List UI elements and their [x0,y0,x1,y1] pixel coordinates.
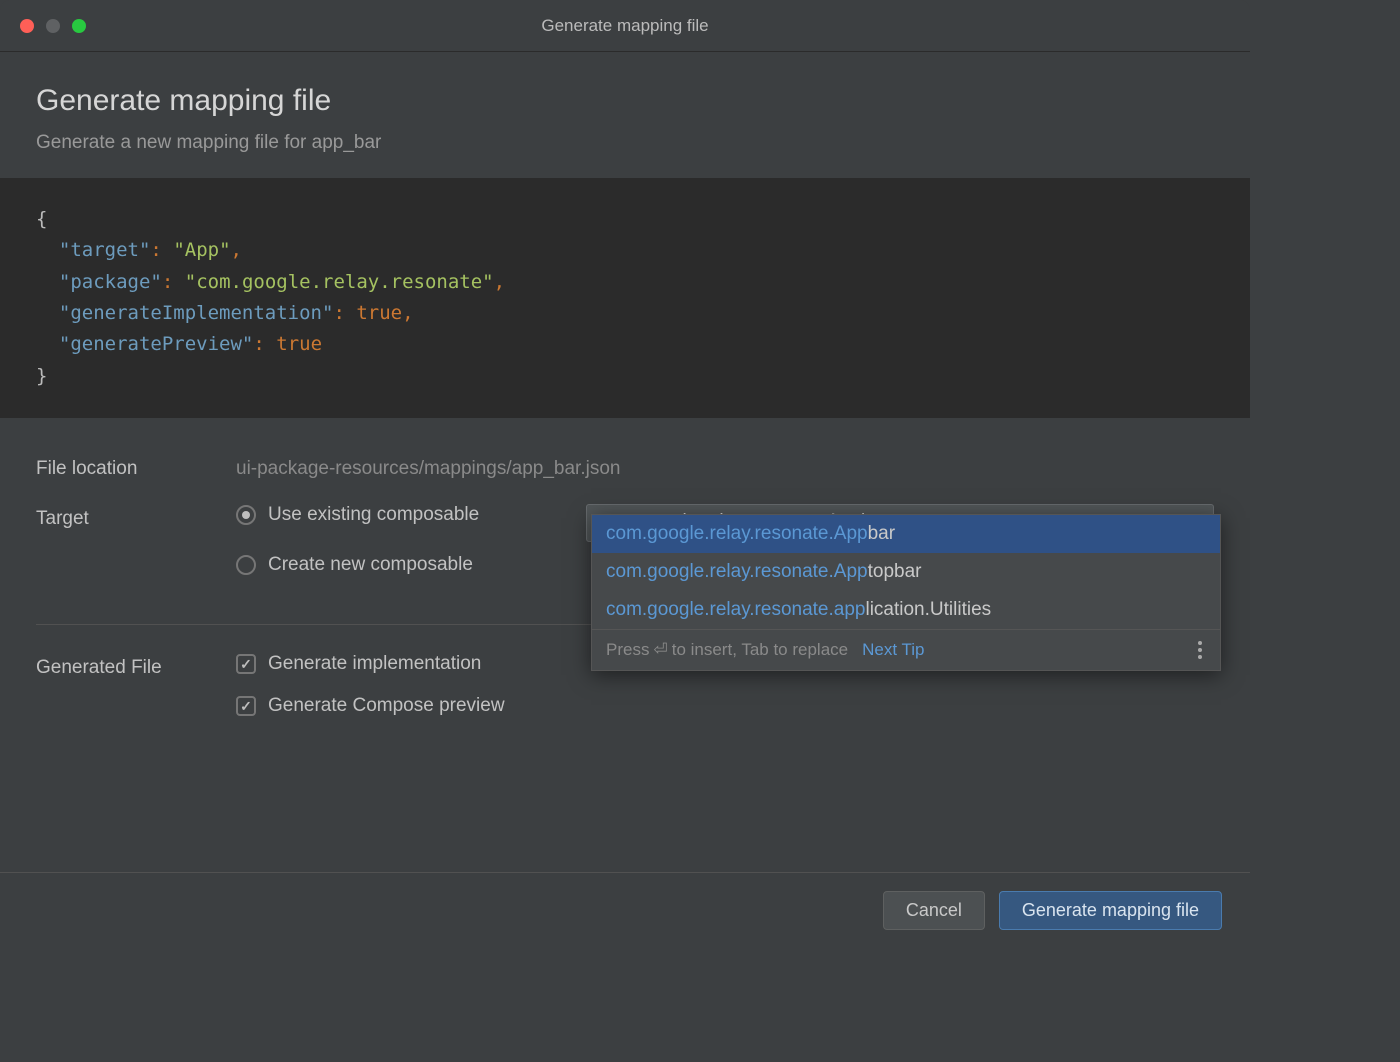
dialog-content: Generate mapping file Generate a new map… [0,52,1250,948]
autocomplete-item[interactable]: com.google.relay.resonate.application.Ut… [592,591,1220,629]
hint-prefix: Press [606,640,649,660]
titlebar: Generate mapping file [0,0,1250,52]
check-generate-preview-label: Generate Compose preview [268,695,505,717]
autocomplete-footer: Press ⏎ to insert, Tab to replace Next T… [592,629,1220,670]
radio-use-existing-label: Use existing composable [268,504,479,526]
checkbox-icon [236,696,256,716]
dialog-footer: Cancel Generate mapping file [0,872,1250,948]
autocomplete-rest: lication.Utilities [865,599,991,620]
hint-mid: to insert, Tab to replace [672,640,848,660]
radio-create-new[interactable]: Create new composable [236,554,586,576]
enter-key-icon: ⏎ [653,640,667,660]
radio-use-existing[interactable]: Use existing composable [236,504,586,526]
autocomplete-match: com.google.relay.resonate.App [606,561,868,582]
file-location-row: File location ui-package-resources/mappi… [36,454,1214,480]
code-key-package: "package" [59,271,162,293]
next-tip-link[interactable]: Next Tip [862,640,924,660]
code-val-target: "App" [173,239,230,261]
radio-icon [236,555,256,575]
generated-file-label: Generated File [36,653,236,679]
generate-button[interactable]: Generate mapping file [999,891,1222,930]
target-radio-group: Use existing composable Create new compo… [236,504,586,604]
radio-icon [236,505,256,525]
file-location-value: ui-package-resources/mappings/app_bar.js… [236,454,1214,480]
code-val-package: "com.google.relay.resonate" [185,271,494,293]
code-key-target: "target" [59,239,151,261]
autocomplete-item[interactable]: com.google.relay.resonate.Apptopbar [592,553,1220,591]
autocomplete-popup: com.google.relay.resonate.Appbar com.goo… [591,514,1221,671]
code-key-genimpl: "generateImplementation" [59,302,334,324]
window-close-button[interactable] [20,19,34,33]
code-key-genprev: "generatePreview" [59,333,253,355]
autocomplete-item[interactable]: com.google.relay.resonate.Appbar [592,515,1220,553]
checkbox-icon [236,654,256,674]
form-section: File location ui-package-resources/mappi… [0,418,1250,872]
window-maximize-button[interactable] [72,19,86,33]
file-location-label: File location [36,454,236,480]
cancel-button[interactable]: Cancel [883,891,985,930]
kebab-menu-icon[interactable] [1194,641,1206,659]
autocomplete-rest: topbar [868,561,922,582]
header-section: Generate mapping file Generate a new map… [0,52,1250,178]
radio-create-new-label: Create new composable [268,554,473,576]
dialog-window: Generate mapping file Generate mapping f… [0,0,1250,948]
dialog-title: Generate mapping file [36,84,1214,118]
autocomplete-match: com.google.relay.resonate.App [606,523,868,544]
traffic-lights [0,19,86,33]
code-preview: { "target": "App", "package": "com.googl… [0,178,1250,418]
dialog-subtitle: Generate a new mapping file for app_bar [36,132,1214,154]
window-minimize-button[interactable] [46,19,60,33]
autocomplete-rest: bar [868,523,895,544]
autocomplete-match: com.google.relay.resonate.app [606,599,865,620]
window-title: Generate mapping file [541,16,708,36]
check-generate-preview[interactable]: Generate Compose preview [236,695,1214,717]
check-generate-implementation-label: Generate implementation [268,653,481,675]
code-val-genprev: true [276,333,322,355]
code-val-genimpl: true [356,302,402,324]
target-label: Target [36,504,236,530]
